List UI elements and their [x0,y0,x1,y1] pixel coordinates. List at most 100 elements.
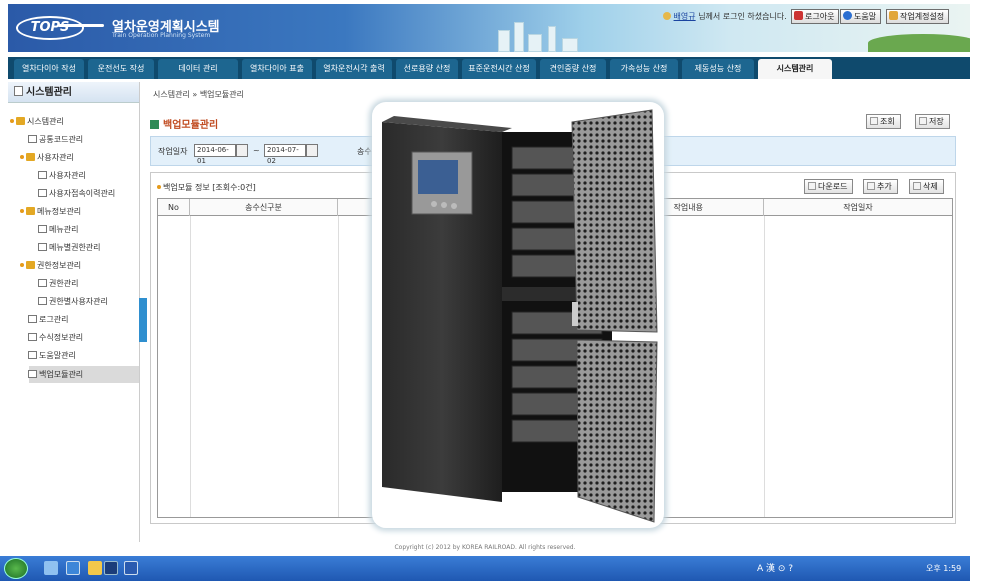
transfer-type-label: 송수 [357,147,372,156]
tree-item-menu-manage[interactable]: 메뉴관리 [38,224,78,235]
breadcrumb-root[interactable]: 시스템관리 [153,90,190,99]
tree-item-user-access-log[interactable]: 사용자접속이력관리 [38,188,115,199]
col-no[interactable]: No [158,199,190,216]
server-cabinet-illustration [382,109,658,523]
grid-divider [190,216,191,517]
bullet-icon [20,263,24,267]
menu-run-time-output[interactable]: 열차운전시각 출력 [316,59,392,79]
date-range-separator: ~ [253,146,260,155]
taskbar-clock[interactable]: 오후 1:59 [926,563,961,574]
save-button[interactable]: 저장 [915,114,950,129]
storage-server-photo [372,102,664,528]
help-button[interactable]: 도움말 [840,9,882,24]
page-icon [28,370,37,378]
tree-item-permission-info[interactable]: 권한정보관리 [20,260,81,271]
delete-button[interactable]: 삭제 [909,179,944,194]
page-icon [38,225,47,233]
tree-item-formula-info[interactable]: 수식정보관리 [28,332,83,343]
login-message: 님께서 로그인 하셨습니다. [698,12,787,21]
help-icon [843,11,852,20]
tree-item-menu-info[interactable]: 메뉴정보관리 [20,206,81,217]
page-icon [14,86,23,96]
menu-line-capacity[interactable]: 선로용량 산정 [396,59,458,79]
menu-accel-perf[interactable]: 가속성능 산정 [610,59,678,79]
tree-item-user-manage[interactable]: 사용자관리 [38,170,86,181]
menu-traction-weight[interactable]: 견인중량 산정 [540,59,606,79]
date-from-input[interactable]: 2014-06-01 [194,144,236,165]
tree-item-common-code[interactable]: 공통코드관리 [28,134,83,145]
grid-divider [764,216,765,517]
tree-item-system-admin[interactable]: 시스템관리 [10,116,64,127]
page-icon [28,135,37,143]
app-subtitle: Train Operation Planning System [112,32,211,39]
tree-item-permission-manage[interactable]: 권한관리 [38,278,78,289]
system-tray[interactable]: A 漢 ⊙ ? [757,561,793,574]
document-icon[interactable] [124,561,138,575]
tree-item-log-manage[interactable]: 로그관리 [28,314,68,325]
calendar-to-icon[interactable] [306,144,318,157]
title-marker-icon [150,120,159,129]
hills-graphic [868,34,970,52]
date-to-input[interactable]: 2014-07-02 [264,144,306,165]
windows-taskbar: A 漢 ⊙ ? 오후 1:59 [0,556,970,581]
download-button[interactable]: 다운로드 [804,179,854,194]
search-button[interactable]: 조회 [866,114,901,129]
breadcrumb: 시스템관리 » 백업모듈관리 [153,89,244,100]
menu-system-admin[interactable]: 시스템관리 [758,59,832,79]
tree-item-backup-module[interactable]: 백업모듈관리 [28,369,83,380]
user-info: 배영규 님께서 로그인 하셨습니다. [663,11,787,22]
copyright-notice: Copyright (c) 2012 by KOREA RAILROAD. Al… [394,544,576,551]
tree-item-permission-users[interactable]: 권한별사용자관리 [38,296,108,307]
menu-diagram-create[interactable]: 열차다이아 작성 [14,59,84,79]
add-button[interactable]: 추가 [863,179,898,194]
folder-icon [26,207,35,215]
logo-swoosh [58,24,104,27]
page-icon [38,279,47,287]
explorer-icon[interactable] [44,561,58,575]
menu-diagram-display[interactable]: 열차다이아 표출 [242,59,312,79]
save-icon [919,117,927,125]
page-icon [28,333,37,341]
page-title: 백업모듈관리 [150,116,218,131]
bullet-icon [20,155,24,159]
ie-icon[interactable] [66,561,80,575]
download-icon [808,182,816,190]
magnifier-icon [870,117,878,125]
folder-icon [26,261,35,269]
col-transfer-type[interactable]: 송수신구분 [190,199,338,216]
calendar-from-icon[interactable] [236,144,248,157]
breadcrumb-separator: » [192,90,198,99]
page-icon [28,351,37,359]
menu-std-run-time[interactable]: 표준운전시간 산정 [462,59,536,79]
user-icon [663,12,671,20]
tree-item-menu-permission[interactable]: 메뉴별권한관리 [38,242,101,253]
delete-icon [913,182,921,190]
settings-icon [889,11,898,20]
page-icon [38,189,47,197]
user-name-link[interactable]: 배영규 [674,12,696,21]
folder-icon[interactable] [88,561,102,575]
tops-logo: TOPS [16,16,84,40]
account-settings-button[interactable]: 작업계정설정 [886,9,950,24]
add-icon [867,182,875,190]
folder-icon [16,117,25,125]
page-icon [38,171,47,179]
city-skyline-graphic [478,18,618,52]
app-window-icon[interactable] [104,561,118,575]
menu-data-manage[interactable]: 데이터 관리 [158,59,238,79]
main-menu-bar: 열차다이아 작성 운전선도 작성 데이터 관리 열차다이아 표출 열차운전시각 … [8,57,970,79]
logout-button[interactable]: 로그아웃 [791,9,840,24]
page-icon [38,243,47,251]
bullet-icon [10,119,14,123]
bullet-icon [20,209,24,213]
menu-run-curve[interactable]: 운전선도 작성 [88,59,154,79]
folder-icon [26,153,35,161]
menu-brake-perf[interactable]: 제동성능 산정 [682,59,754,79]
app-header: TOPS 열차운영계획시스템 Train Operation Planning … [8,4,970,52]
list-title: 백업모듈 정보 [조회수:0건] [157,182,256,193]
tree-item-help-manage[interactable]: 도움말관리 [28,350,76,361]
start-button[interactable] [4,558,28,579]
sidebar-collapse-handle[interactable] [139,298,147,342]
tree-item-user-group[interactable]: 사용자관리 [20,152,74,163]
col-work-date[interactable]: 작업일자 [764,199,952,216]
